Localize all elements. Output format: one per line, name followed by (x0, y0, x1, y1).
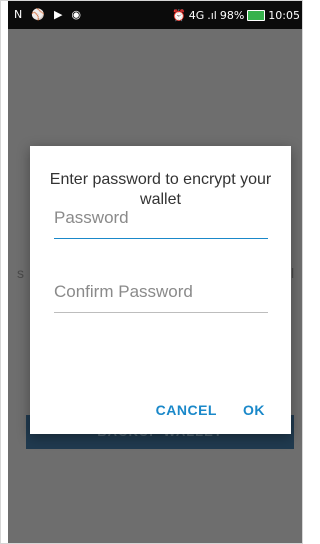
encrypt-wallet-dialog: Enter password to encrypt your wallet CA… (30, 146, 291, 434)
network-type: 4G (188, 9, 205, 22)
sync-icon: ◉ (71, 8, 82, 21)
battery-icon (247, 10, 266, 21)
status-left-icons: N ⚾ ▶ ◉ (14, 8, 81, 21)
battery-percent: 98% (219, 9, 245, 22)
signal-icon: .ıl (207, 9, 217, 22)
ok-button[interactable]: OK (243, 402, 265, 418)
n-icon: N (14, 8, 23, 21)
play-icon: ▶ (53, 8, 63, 21)
dialog-actions: CANCEL OK (156, 402, 265, 418)
app-notification-icon: ⚾ (31, 8, 45, 21)
background-text-left: s (17, 265, 24, 281)
clock: 10:05 (268, 9, 300, 22)
screen: N ⚾ ▶ ◉ ⏰ 4G .ıl 98% 10:05 s l BACKUP WA… (0, 0, 303, 544)
status-bar: N ⚾ ▶ ◉ ⏰ 4G .ıl 98% 10:05 (8, 1, 302, 29)
cancel-button[interactable]: CANCEL (156, 402, 217, 418)
password-input[interactable] (54, 208, 268, 228)
confirm-password-input[interactable] (54, 282, 268, 302)
password-field (54, 208, 268, 239)
background-text-right: l (291, 265, 295, 281)
status-right: ⏰ 4G .ıl 98% 10:05 (172, 9, 300, 22)
alarm-icon: ⏰ (172, 9, 186, 22)
confirm-password-field (54, 282, 268, 313)
dialog-title: Enter password to encrypt your wallet (49, 171, 272, 208)
